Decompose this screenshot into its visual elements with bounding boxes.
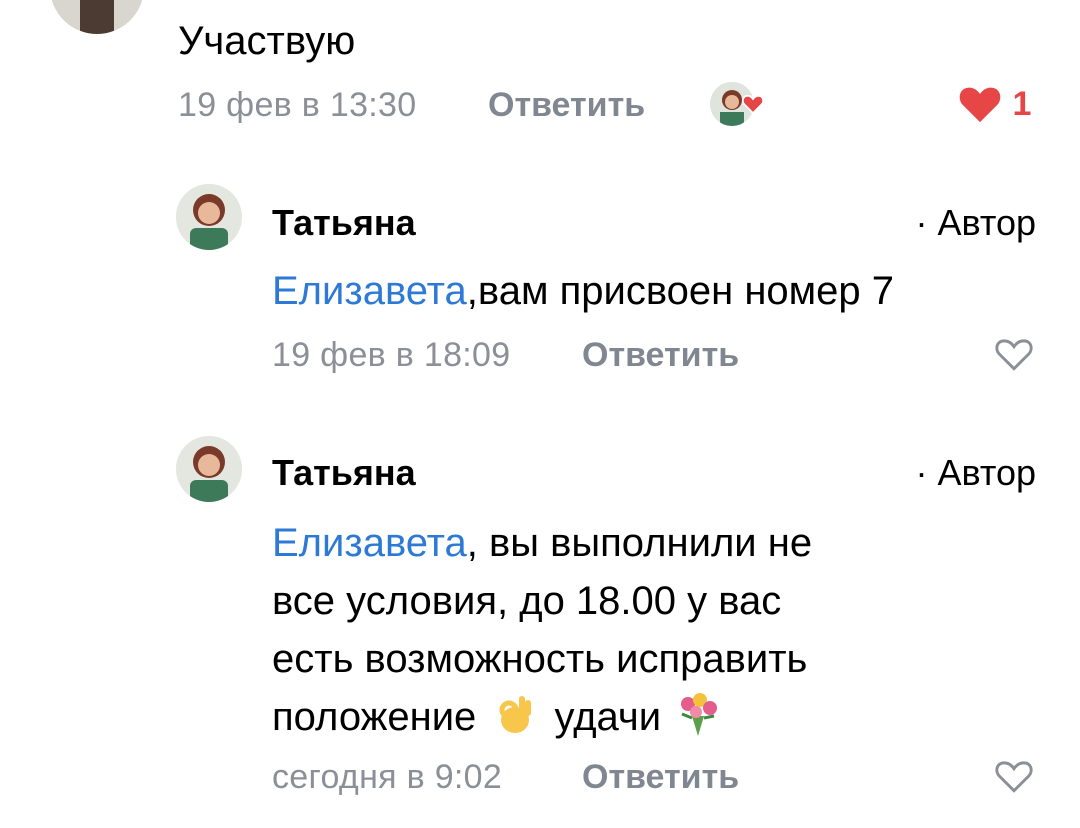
comment-text: Елизавета, вы выполнили не все условия, … xyxy=(272,521,813,739)
heart-outline-icon[interactable] xyxy=(994,758,1034,794)
like-count: 1 xyxy=(1012,84,1032,123)
ok-hand-emoji xyxy=(499,696,532,733)
author-name[interactable]: Татьяна xyxy=(272,452,416,494)
like-button[interactable]: 1 xyxy=(958,84,1031,124)
heart-badge-icon xyxy=(742,94,764,114)
comment-time: 19 фев в 18:09 xyxy=(272,336,511,374)
comment-time: сегодня в 9:02 xyxy=(272,758,503,796)
comment-text: Елизавета,вам присвоен номер 7 xyxy=(272,269,895,313)
heart-outline-icon[interactable] xyxy=(994,336,1034,372)
reply-button[interactable]: Ответить xyxy=(582,336,739,375)
avatar[interactable] xyxy=(176,436,242,502)
author-role: · Автор xyxy=(915,452,1036,493)
mention-link[interactable]: Елизавета xyxy=(272,269,467,313)
reply-button[interactable]: Ответить xyxy=(582,758,739,797)
comment-time: 19 фев в 13:30 xyxy=(178,86,417,124)
liked-by-avatar[interactable] xyxy=(710,80,768,128)
mention-link[interactable]: Елизавета xyxy=(272,521,467,565)
comment-text: Участвую xyxy=(178,19,356,63)
heart-filled-icon xyxy=(959,87,1001,123)
author-role: · Автор xyxy=(915,202,1036,243)
avatar-top[interactable] xyxy=(50,0,144,34)
author-name[interactable]: Татьяна xyxy=(272,202,416,244)
bouquet-emoji xyxy=(681,693,718,736)
reply-button[interactable]: Ответить xyxy=(488,86,645,125)
avatar[interactable] xyxy=(176,184,242,250)
